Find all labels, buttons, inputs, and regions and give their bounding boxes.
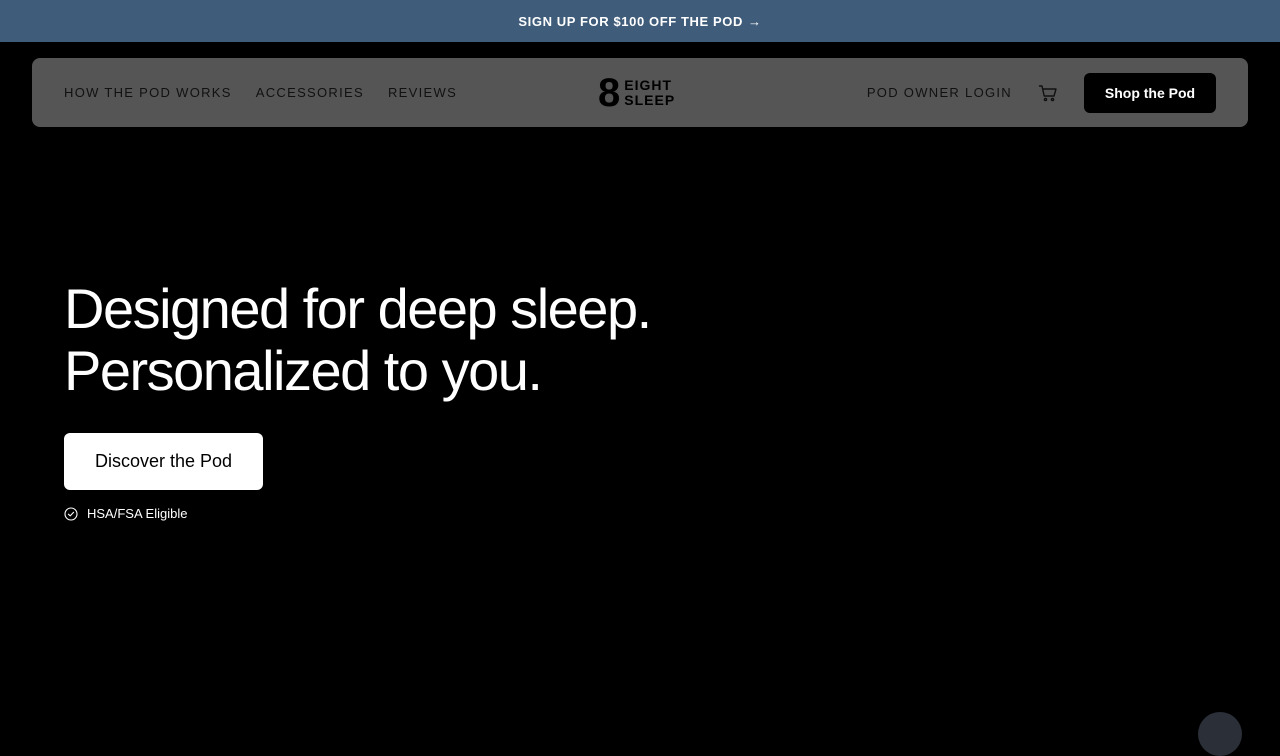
hsa-fsa-eligible-note: HSA/FSA Eligible	[64, 506, 864, 521]
pod-owner-login-link[interactable]: POD OWNER LOGIN	[867, 85, 1012, 100]
cart-icon[interactable]	[1038, 83, 1058, 103]
logo-wordmark: EIGHT SLEEP	[624, 78, 675, 108]
nav-link-how-the-pod-works[interactable]: HOW THE POD WORKS	[64, 85, 232, 100]
logo-mark: 8	[598, 71, 621, 115]
promo-text: SIGN UP FOR $100 OFF THE POD	[518, 13, 743, 29]
shop-the-pod-button[interactable]: Shop the Pod	[1084, 72, 1216, 113]
eight-sleep-logo[interactable]: 8 EIGHT SLEEP	[598, 71, 675, 115]
promo-banner-link[interactable]: SIGN UP FOR $100 OFF THE POD →	[0, 0, 1280, 42]
discover-the-pod-button[interactable]: Discover the Pod	[64, 433, 263, 490]
arrow-right-icon: →	[748, 13, 762, 29]
nav-right-actions: POD OWNER LOGIN Shop the Pod	[867, 58, 1216, 127]
nav-link-accessories[interactable]: ACCESSORIES	[256, 85, 364, 100]
check-circle-icon	[64, 506, 78, 521]
logo-line-1: EIGHT	[624, 77, 673, 93]
hero-title-line-1: Designed for deep sleep.	[64, 277, 652, 340]
chat-widget-button[interactable]	[1198, 712, 1242, 756]
nav-link-reviews[interactable]: REVIEWS	[388, 85, 457, 100]
hsa-fsa-eligible-label: HSA/FSA Eligible	[87, 506, 188, 521]
hero-title-line-2: Personalized to you.	[64, 339, 543, 402]
hero-section: Designed for deep sleep. Personalized to…	[64, 278, 864, 521]
hero-title: Designed for deep sleep. Personalized to…	[64, 278, 864, 402]
nav-left-links: HOW THE POD WORKS ACCESSORIES REVIEWS	[64, 58, 481, 127]
main-navbar: HOW THE POD WORKS ACCESSORIES REVIEWS 8 …	[32, 58, 1248, 127]
logo-line-2: SLEEP	[624, 92, 676, 108]
